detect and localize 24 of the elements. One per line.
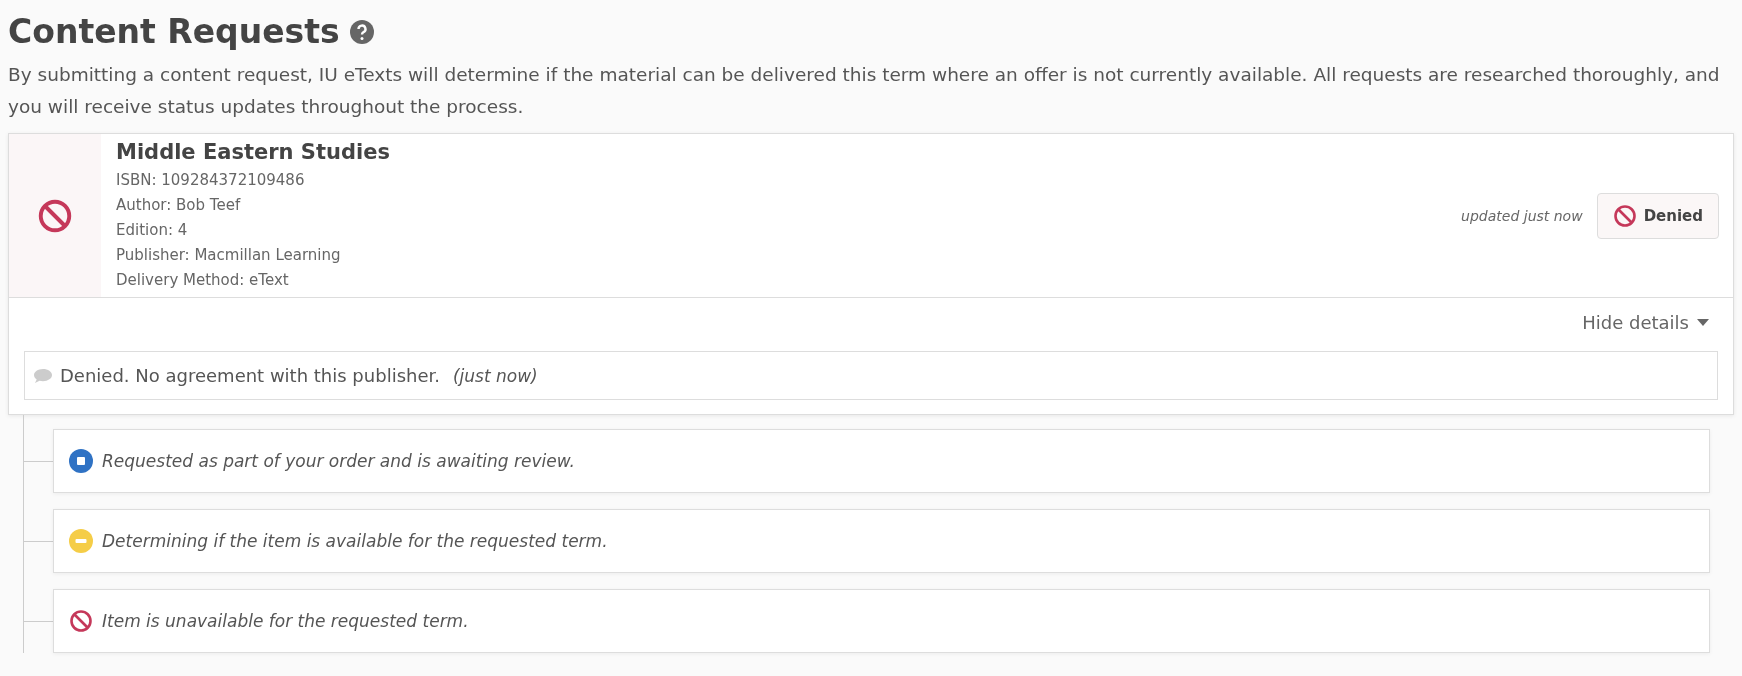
request-detail: Edition: 4 [116,220,189,241]
request-detail: ISBN: 109284372109486 [116,170,306,191]
request-detail: Delivery Method: eText [116,270,290,291]
help-icon[interactable] [349,19,374,44]
prohibited-icon [69,609,93,633]
request-detail: Publisher: Macmillan Learning [116,245,342,266]
page-title: Content Requests [8,12,340,51]
caret-icon [1697,318,1709,327]
request-title: Middle Eastern Studies [116,140,391,164]
history-text: Item is unavailable for the requested term. [102,611,469,631]
prohibited-icon [1612,203,1637,228]
comment-time: (just now) [452,365,538,386]
prohibited-icon [37,197,73,234]
minus-icon [69,529,93,553]
details-toggle[interactable]: Hide details [1582,312,1709,333]
status-label: Denied [1643,206,1703,225]
request-detail: Author: Bob Teef [116,195,242,216]
speech-bubble-icon [33,367,53,384]
updated-time: updated just now [1461,207,1583,224]
comment-text: Denied. No agreement with this publisher. [60,365,440,386]
stop-icon [69,449,93,473]
page-description: By submitting a content request, IU eTexts will determine if the material can be delivered this term where an offer is not currently available. All requests are researched thoroughly, and you will receive status updates throughout the process. [8,63,1721,119]
history-text: Requested as part of your order and is awaiting review. [102,451,575,471]
history-text: Determining if the item is available for the requested term. [102,531,608,551]
